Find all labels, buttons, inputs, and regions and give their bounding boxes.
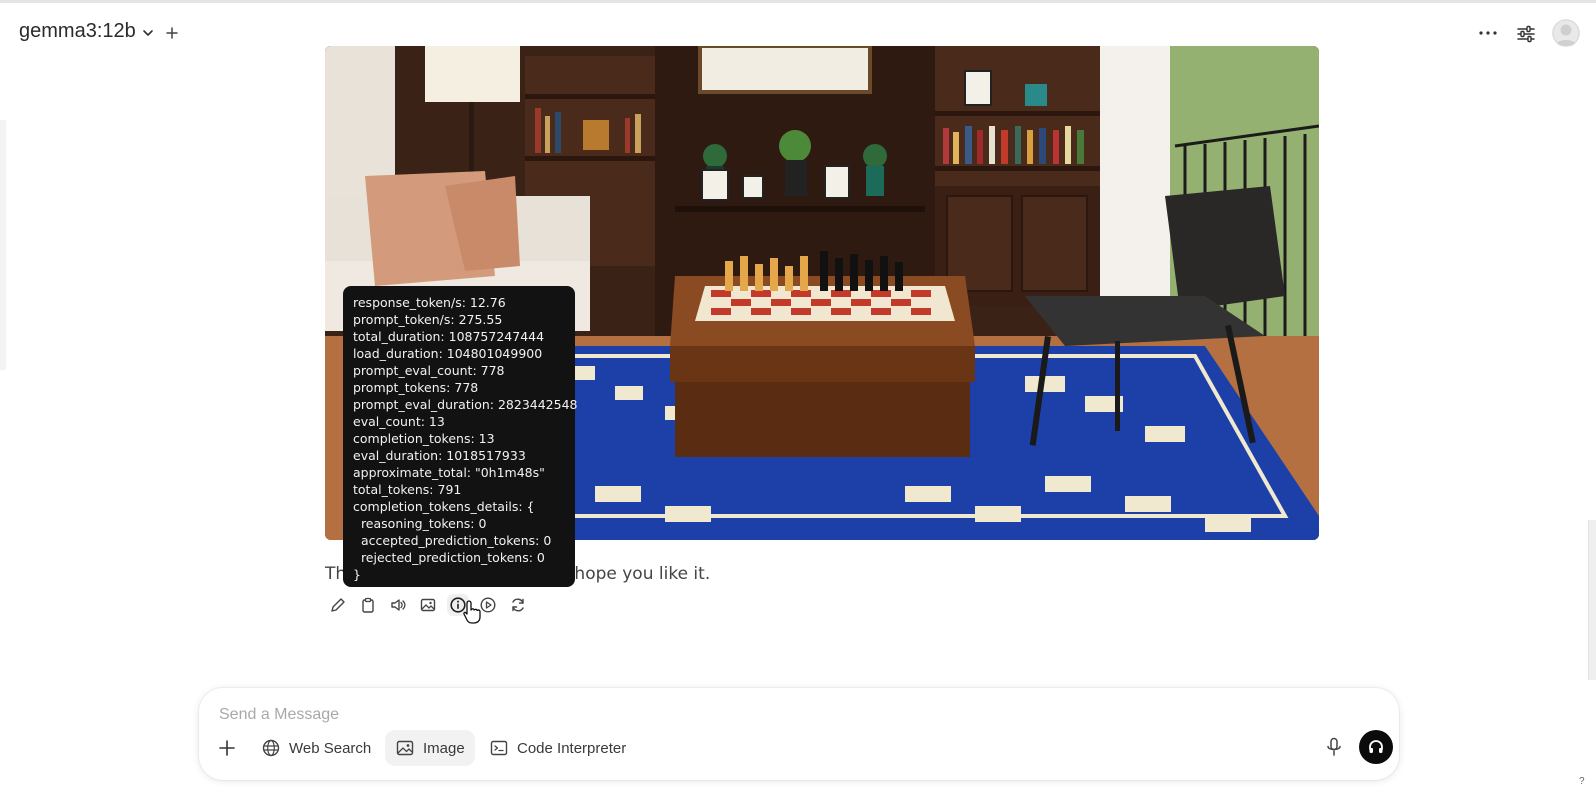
- add-model-icon[interactable]: [164, 25, 180, 41]
- regenerate-button[interactable]: [507, 594, 529, 616]
- globe-icon: [262, 739, 280, 757]
- tooltip-line: total_tokens: 791: [353, 482, 462, 497]
- add-attachment-icon[interactable]: [217, 738, 237, 758]
- tooltip-line: prompt_eval_count: 778: [353, 363, 505, 378]
- controls-icon[interactable]: [1515, 23, 1537, 45]
- generate-image-button[interactable]: [417, 594, 439, 616]
- help-button[interactable]: ?: [1579, 776, 1585, 787]
- user-avatar[interactable]: [1552, 19, 1580, 47]
- tooltip-line: approximate_total: "0h1m48s": [353, 465, 545, 480]
- tooltip-line: completion_tokens_details: {: [353, 499, 535, 514]
- tooltip-line: prompt_eval_duration: 2823442548: [353, 397, 578, 412]
- scrollbar[interactable]: [1588, 520, 1596, 680]
- clipboard-icon: [362, 597, 374, 613]
- tooltip-line: reasoning_tokens: 0: [353, 516, 487, 531]
- refresh-icon: [512, 598, 524, 612]
- voice-mode-button[interactable]: [1359, 730, 1393, 764]
- image-icon: [420, 598, 436, 612]
- tooltip-line: rejected_prediction_tokens: 0: [353, 550, 545, 565]
- assistant-message-tail: I hope you like it.: [564, 564, 711, 584]
- pencil-icon: [331, 598, 345, 612]
- speaker-icon: [391, 599, 406, 611]
- tooltip-line: eval_duration: 1018517933: [353, 448, 526, 463]
- image-tool-label: Image: [423, 739, 465, 757]
- chat-app: gemma3:12b Th I hope you like it. respon…: [0, 0, 1596, 796]
- headphones-icon: [1369, 740, 1383, 753]
- tooltip-line: accepted_prediction_tokens: 0: [353, 533, 552, 548]
- code-interpreter-button[interactable]: Code Interpreter: [479, 730, 636, 766]
- microphone-icon[interactable]: [1323, 736, 1345, 758]
- tooltip-line: eval_count: 13: [353, 414, 445, 429]
- tooltip-line: response_token/s: 12.76: [353, 295, 506, 310]
- tooltip-line: completion_tokens: 13: [353, 431, 495, 446]
- generation-info-tooltip: response_token/s: 12.76 prompt_token/s: 2…: [343, 286, 578, 587]
- message-input[interactable]: [219, 702, 1119, 728]
- hand-cursor-icon: [463, 600, 481, 624]
- tooltip-line: }: [353, 567, 361, 582]
- web-search-label: Web Search: [289, 739, 372, 757]
- image-tool-button[interactable]: Image: [385, 730, 475, 766]
- read-aloud-button[interactable]: [387, 594, 409, 616]
- message-composer: Web Search Image Code Interpreter: [199, 688, 1399, 780]
- terminal-icon: [490, 740, 508, 756]
- more-options-icon[interactable]: [1476, 24, 1500, 42]
- chevron-down-icon[interactable]: [141, 26, 155, 40]
- edit-button[interactable]: [327, 594, 349, 616]
- model-selector-label[interactable]: gemma3:12b: [19, 20, 136, 43]
- code-interpreter-label: Code Interpreter: [517, 739, 627, 757]
- tooltip-line: prompt_token/s: 275.55: [353, 312, 503, 327]
- copy-button[interactable]: [357, 594, 379, 616]
- tooltip-line: prompt_tokens: 778: [353, 380, 479, 395]
- tooltip-line: load_duration: 104801049900: [353, 346, 543, 361]
- web-search-button[interactable]: Web Search: [251, 730, 381, 766]
- sidebar-edge: [0, 120, 6, 370]
- tooltip-line: total_duration: 108757247444: [353, 329, 545, 344]
- user-icon: [1552, 19, 1580, 47]
- image-icon: [396, 740, 414, 756]
